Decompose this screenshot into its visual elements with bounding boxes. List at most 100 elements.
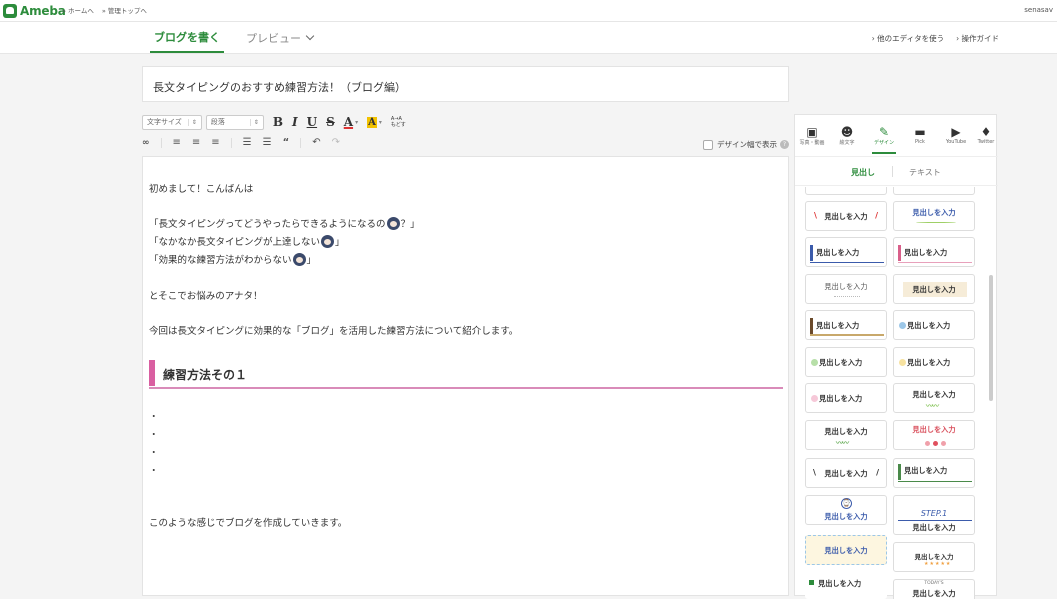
heading-style-card[interactable]: 見出しを入力: [893, 237, 975, 267]
chevron-down-icon: [305, 31, 315, 41]
tab-design[interactable]: ✎ デザイン: [866, 125, 902, 154]
heading-style-card[interactable]: ⌚ 見出しを入力: [805, 495, 887, 525]
design-width-checkbox[interactable]: [703, 139, 713, 150]
heading-style-card[interactable]: TODAY'S 見出しを入力: [893, 579, 975, 599]
strike-button[interactable]: S: [326, 115, 335, 129]
tab-emoji[interactable]: ☻ 絵文字: [829, 125, 865, 146]
card-label: 見出しを入力: [912, 589, 956, 598]
heading-style-card[interactable]: 見出しを入力: [805, 274, 887, 304]
heading-style-card[interactable]: 見出しを入力: [805, 535, 887, 565]
bg-color-button[interactable]: A: [367, 116, 377, 128]
guide-link[interactable]: › 操作ガイド: [956, 33, 999, 44]
card-label: 見出しを入力: [818, 579, 862, 588]
heading-style-card[interactable]: [893, 187, 975, 195]
design-width-toggle[interactable]: デザイン幅で表示 ?: [703, 139, 789, 150]
heading-style-card[interactable]: 見出しを入力: [893, 310, 975, 340]
toolbar-divider: [230, 138, 232, 148]
nav-home-link[interactable]: » ホームへ: [62, 5, 94, 15]
smile-icon: ☻: [840, 125, 854, 139]
paragraph-select[interactable]: 段落 ⇕: [205, 114, 264, 130]
editor-links: › 他のエディタを使う › 操作ガイド: [872, 33, 999, 44]
card-label: 見出しを入力: [824, 546, 868, 555]
heading-style-card[interactable]: 見出しを入力 〰〰: [893, 383, 975, 413]
face-emoji-icon: [386, 217, 400, 230]
bullet-line: ・: [149, 412, 159, 423]
heading-style-card[interactable]: 見出しを入力: [805, 347, 887, 377]
heading-style-card[interactable]: 見出しを入力: [805, 569, 887, 599]
design-width-label: デザイン幅で表示: [717, 140, 777, 149]
toolbar-divider: [300, 138, 302, 148]
heading-style-card[interactable]: 見出しを入力: [893, 274, 975, 304]
tab-pick[interactable]: ▬ Pick: [902, 125, 938, 145]
tab-twitter[interactable]: ♦ Twitter: [974, 125, 998, 145]
subtab-text[interactable]: テキスト: [909, 167, 941, 178]
tab-label: YouTube: [945, 139, 967, 145]
subtab-heading[interactable]: 見出し: [851, 167, 875, 178]
editor-body[interactable]: 初めまして！こんばんは 「長文タイピングってどうやったらできるようになるの？」 …: [142, 156, 789, 596]
align-right-icon[interactable]: ≡: [211, 136, 219, 150]
paragraph-label: 段落: [210, 118, 225, 126]
design-icon: ✎: [878, 125, 890, 139]
italic-button[interactable]: I: [292, 115, 298, 129]
redo-icon[interactable]: ↷: [332, 136, 340, 150]
card-label: 見出しを入力: [912, 390, 956, 399]
nav-admin-link[interactable]: » 管理トップへ: [102, 5, 147, 15]
top-nav: » ホームへ » 管理トップへ: [62, 5, 147, 15]
heading-style-card[interactable]: 見出しを入力: [893, 347, 975, 377]
body-text: 「効果的な練習方法がわからない: [149, 255, 292, 266]
tab-photo[interactable]: ▣ 写真・動画: [794, 125, 830, 146]
align-left-icon[interactable]: ≡: [173, 136, 181, 150]
heading-style-card[interactable]: 見出しを入力: [893, 420, 975, 450]
heading-style-card[interactable]: STEP.1 見出しを入力: [893, 495, 975, 535]
ameba-logo-icon: [3, 4, 17, 18]
dropdown-icon: ▾: [355, 118, 359, 126]
link-icon[interactable]: ∞: [142, 136, 150, 150]
panel-scrollbar[interactable]: [989, 275, 993, 401]
undo-icon[interactable]: ↶: [312, 136, 320, 150]
other-editor-link[interactable]: › 他のエディタを使う: [872, 33, 944, 44]
top-header: Ameba » ホームへ » 管理トップへ senasav: [0, 0, 1057, 22]
pick-icon: ▬: [914, 125, 926, 139]
heading-accent-bar: [149, 360, 155, 386]
tab-youtube[interactable]: ▶ YouTube: [938, 125, 974, 145]
card-label: 見出しを入力: [816, 321, 860, 330]
card-label: 見出しを入力: [824, 282, 868, 291]
face-emoji-icon: [321, 235, 335, 248]
card-label: 見出しを入力: [907, 321, 951, 330]
quote-icon[interactable]: “: [283, 136, 290, 150]
tab-write-blog[interactable]: ブログを書く: [150, 22, 224, 53]
tab-preview[interactable]: プレビュー: [246, 22, 315, 53]
heading-style-card[interactable]: 見出しを入力 \ /: [805, 201, 887, 231]
align-center-icon[interactable]: ≡: [192, 136, 200, 150]
underline-decoration: [810, 334, 884, 336]
heading-style-card[interactable]: [805, 187, 887, 195]
card-label: 見出しを入力: [912, 425, 956, 434]
heading-style-card[interactable]: 見出しを入力 \ /: [805, 458, 887, 488]
dot-icon: [925, 441, 930, 446]
ameba-logo[interactable]: Ameba: [3, 3, 66, 19]
tab-label: Pick: [915, 139, 925, 145]
bullet-list-icon[interactable]: ☰: [243, 136, 252, 150]
numbered-list-icon[interactable]: ☰: [263, 136, 272, 150]
help-icon[interactable]: ?: [780, 140, 789, 149]
heading-style-card[interactable]: 見出しを入力: [805, 383, 887, 413]
dot-icon: [941, 441, 946, 446]
body-line: 「なかなか長文タイピングが上達しない 」: [149, 234, 345, 248]
toolbar-divider: [160, 138, 162, 148]
clear-format-button[interactable]: A→A もどす: [391, 116, 407, 128]
heading-style-card[interactable]: 見出しを入力 ★★★★★: [893, 542, 975, 572]
bold-button[interactable]: B: [273, 115, 283, 129]
username[interactable]: senasav: [1024, 6, 1053, 14]
heading-style-card[interactable]: 見出しを入力: [805, 310, 887, 340]
heading-style-card[interactable]: 見出しを入力: [893, 458, 975, 488]
font-color-button[interactable]: A: [344, 115, 353, 129]
heading-style-card[interactable]: 見出しを入力: [893, 201, 975, 231]
title-input[interactable]: 長文タイピングのおすすめ練習方法！（ブログ編）: [142, 66, 789, 102]
wave-decoration: 〰〰: [836, 439, 849, 447]
body-text: 」: [335, 237, 345, 248]
heading-style-card[interactable]: 見出しを入力 〰〰: [805, 420, 887, 450]
font-size-select[interactable]: 文字サイズ ⇕: [142, 114, 202, 130]
bullet-line: ・: [149, 466, 159, 477]
underline-button[interactable]: U: [307, 115, 317, 129]
heading-style-card[interactable]: 見出しを入力: [805, 237, 887, 267]
